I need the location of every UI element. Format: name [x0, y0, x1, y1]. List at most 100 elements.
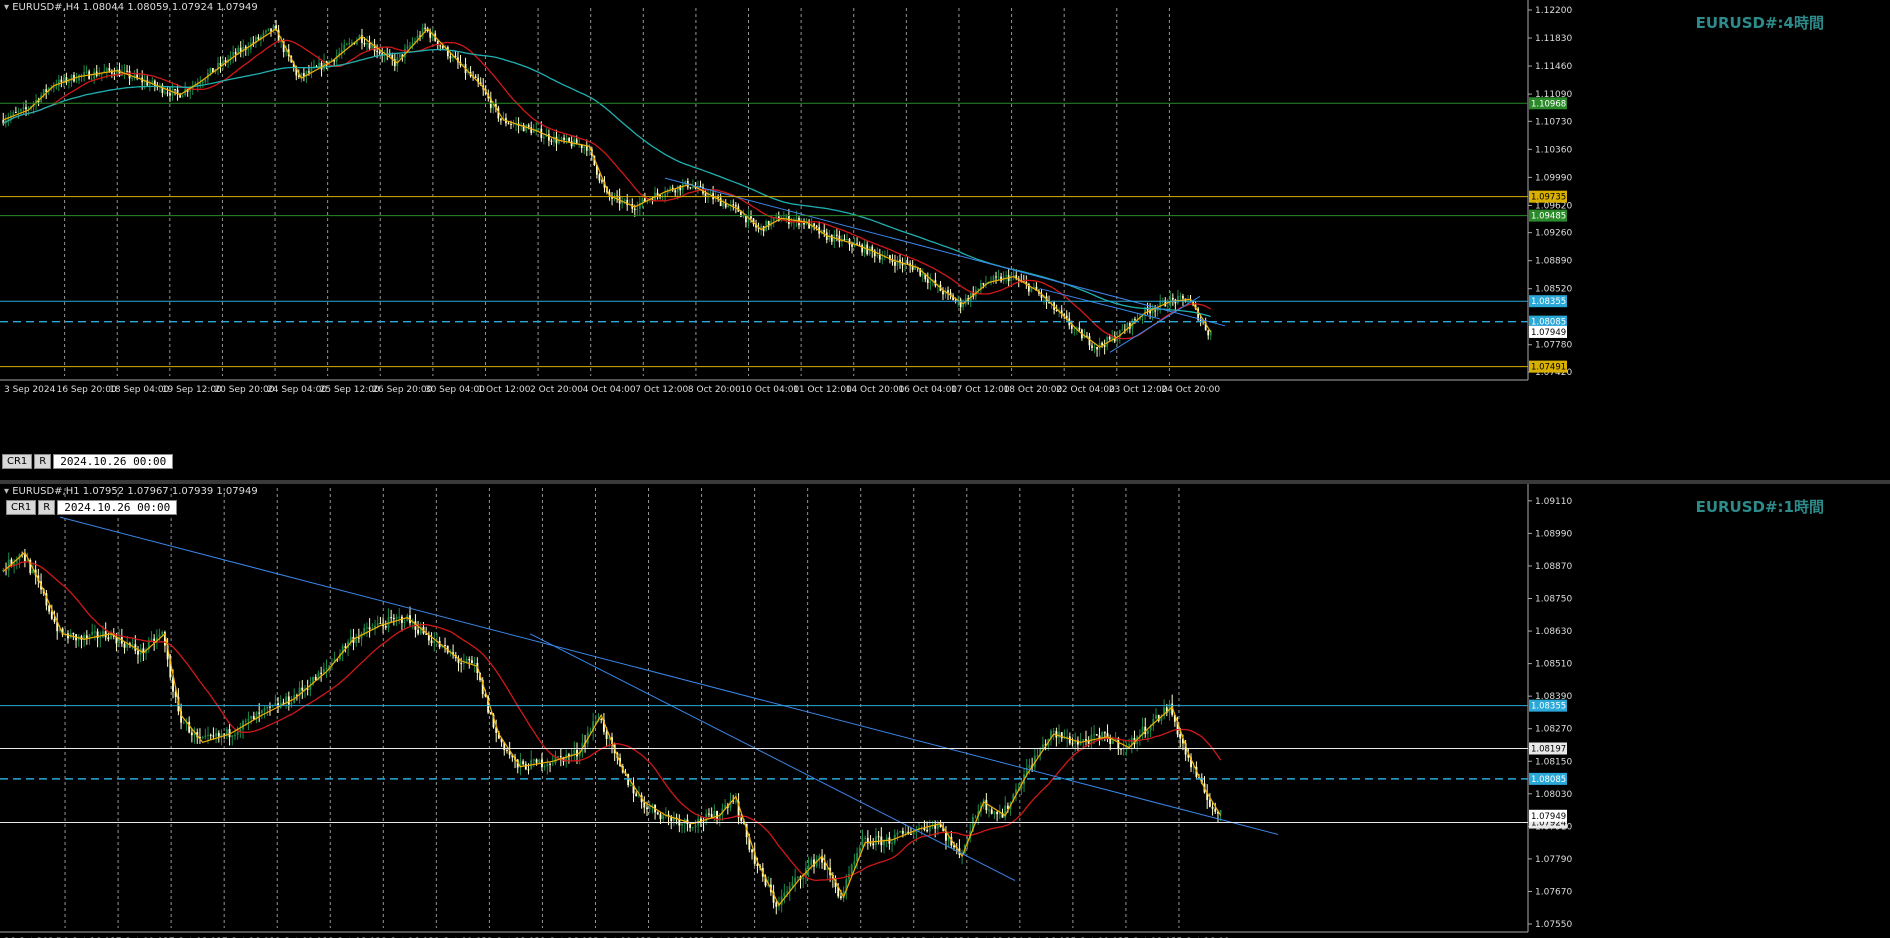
h4-candle	[894, 262, 896, 266]
h1-candle	[775, 902, 778, 907]
h4-x-tick-label: 7 Oct 12:00	[635, 385, 688, 395]
h4-candle	[265, 30, 267, 33]
h4-y-tick-label: 1.10360	[1535, 145, 1572, 155]
h4-x-tick-label: 23 Oct 12:00	[1109, 385, 1168, 395]
h4-crosshair-box[interactable]: CR1 R 2024.10.26 00:00	[2, 454, 174, 469]
h4-candle	[830, 234, 833, 242]
h1-current-price-label: 1.07949	[1531, 812, 1566, 822]
h1-candle	[48, 605, 51, 612]
h1-trend-line[interactable]	[529, 633, 1016, 882]
h1-candle	[629, 784, 632, 786]
h1-candle	[390, 617, 393, 619]
h1-candle	[287, 696, 290, 705]
h1-candle	[1098, 735, 1101, 739]
h1-candle	[102, 631, 104, 638]
h1-level-label: 1.08355	[1531, 702, 1566, 712]
h1-candle	[751, 849, 753, 853]
h1-candle	[786, 891, 788, 893]
h4-candle	[1070, 325, 1073, 329]
h4-trend-line[interactable]	[1109, 295, 1201, 353]
h1-candle	[1068, 736, 1071, 744]
h4-candle	[843, 238, 846, 240]
h1-trend-line[interactable]	[59, 516, 1279, 835]
h1-chart-pane[interactable]: 1.09110 1.08990 1.08870 1.08750 1.08630 1.085…	[0, 484, 1890, 938]
h4-x-tick-label: 22 Oct 04:00	[1056, 385, 1115, 395]
h4-candle	[1005, 275, 1008, 277]
h4-x-tick-label: 3 Sep 2024	[4, 385, 56, 395]
h1-candle	[53, 618, 56, 622]
h1-chart-canvas[interactable]: 1.09110 1.08990 1.08870 1.08750 1.08630 1.085…	[0, 484, 1890, 938]
h1-candle	[791, 882, 794, 887]
h1-candle	[201, 737, 204, 739]
h1-candle	[99, 637, 102, 639]
h4-candle	[507, 123, 510, 125]
h4-x-tick-label: 26 Sep 20:00	[372, 385, 432, 395]
h4-candle	[846, 239, 848, 241]
h1-menu-icon[interactable]: ▾	[4, 486, 9, 497]
h1-candle	[258, 712, 261, 714]
h4-x-tick-label: 18 Sep 04:00	[109, 385, 169, 395]
h1-candle	[549, 763, 551, 765]
h4-candle	[406, 45, 409, 49]
h4-chart-canvas[interactable]: 1.122001.118301.114601.110901.107301.103…	[0, 0, 1890, 480]
h1-candle	[532, 759, 535, 761]
h4-y-tick-label: 1.12200	[1535, 6, 1572, 16]
h1-candle	[93, 631, 96, 633]
h4-candle	[343, 44, 346, 51]
h4-candle	[68, 80, 70, 83]
h1-candle	[551, 763, 554, 765]
h4-candle	[512, 123, 515, 125]
h1-crosshair-box[interactable]: CR1 R 2024.10.26 00:00	[6, 500, 178, 515]
h4-candle	[60, 79, 63, 82]
h4-candle	[583, 146, 586, 148]
h1-candle	[1095, 734, 1098, 736]
h4-candle	[1103, 345, 1106, 347]
h1-candle	[384, 626, 387, 628]
h4-candle	[598, 174, 601, 181]
h4-chart-pane[interactable]: 1.12200 1.11830 1.11460 1.11090 1.10730 1.103…	[0, 0, 1890, 480]
h1-candle	[392, 618, 395, 620]
h4-candle	[669, 187, 672, 190]
h4-zigzag-line	[3, 28, 1212, 348]
h1-candle	[600, 718, 603, 720]
h4-chart-header: ▾ EURUSD#,H4 1.08044 1.08059 1.07924 1.0…	[4, 2, 258, 13]
h1-candle	[659, 814, 662, 820]
h4-candle	[267, 28, 270, 31]
h4-candle	[1010, 275, 1013, 282]
h1-candle	[471, 660, 473, 664]
h1-candle	[123, 643, 126, 648]
h4-candle	[876, 255, 879, 257]
h1-candle	[23, 554, 26, 561]
h4-candle	[398, 54, 401, 58]
h1-candle	[1111, 740, 1114, 744]
h1-candle	[681, 823, 683, 826]
h4-candle	[982, 283, 985, 285]
h4-candle	[550, 140, 553, 142]
h4-x-tick-label: 1 Oct 12:00	[477, 385, 530, 395]
h4-candle	[366, 43, 368, 45]
h4-menu-icon[interactable]: ▾	[4, 2, 9, 13]
h4-candle	[1166, 306, 1169, 308]
h1-candle	[713, 810, 716, 817]
h4-candle	[780, 220, 783, 222]
h4-candle	[449, 56, 452, 59]
h1-datetime: 2024.10.26 00:00	[57, 500, 178, 515]
h4-candle	[527, 124, 530, 128]
h4-candle	[1177, 296, 1179, 304]
h4-y-tick-label: 1.11460	[1535, 62, 1572, 72]
h1-candle	[810, 859, 813, 866]
h4-candle	[906, 262, 909, 264]
h4-candle	[1121, 329, 1124, 331]
h4-level-label: 1.10968	[1531, 99, 1566, 109]
h4-candle	[90, 78, 93, 80]
h1-candle	[1219, 810, 1222, 814]
h4-candle	[83, 71, 85, 75]
h1-candle	[234, 734, 236, 736]
h4-candle	[123, 70, 126, 72]
h4-candle	[959, 299, 962, 308]
h1-candle	[535, 759, 538, 763]
h1-candle	[430, 640, 433, 644]
h1-candle	[988, 809, 990, 811]
h4-candle	[585, 146, 588, 151]
h4-candle	[204, 79, 207, 82]
